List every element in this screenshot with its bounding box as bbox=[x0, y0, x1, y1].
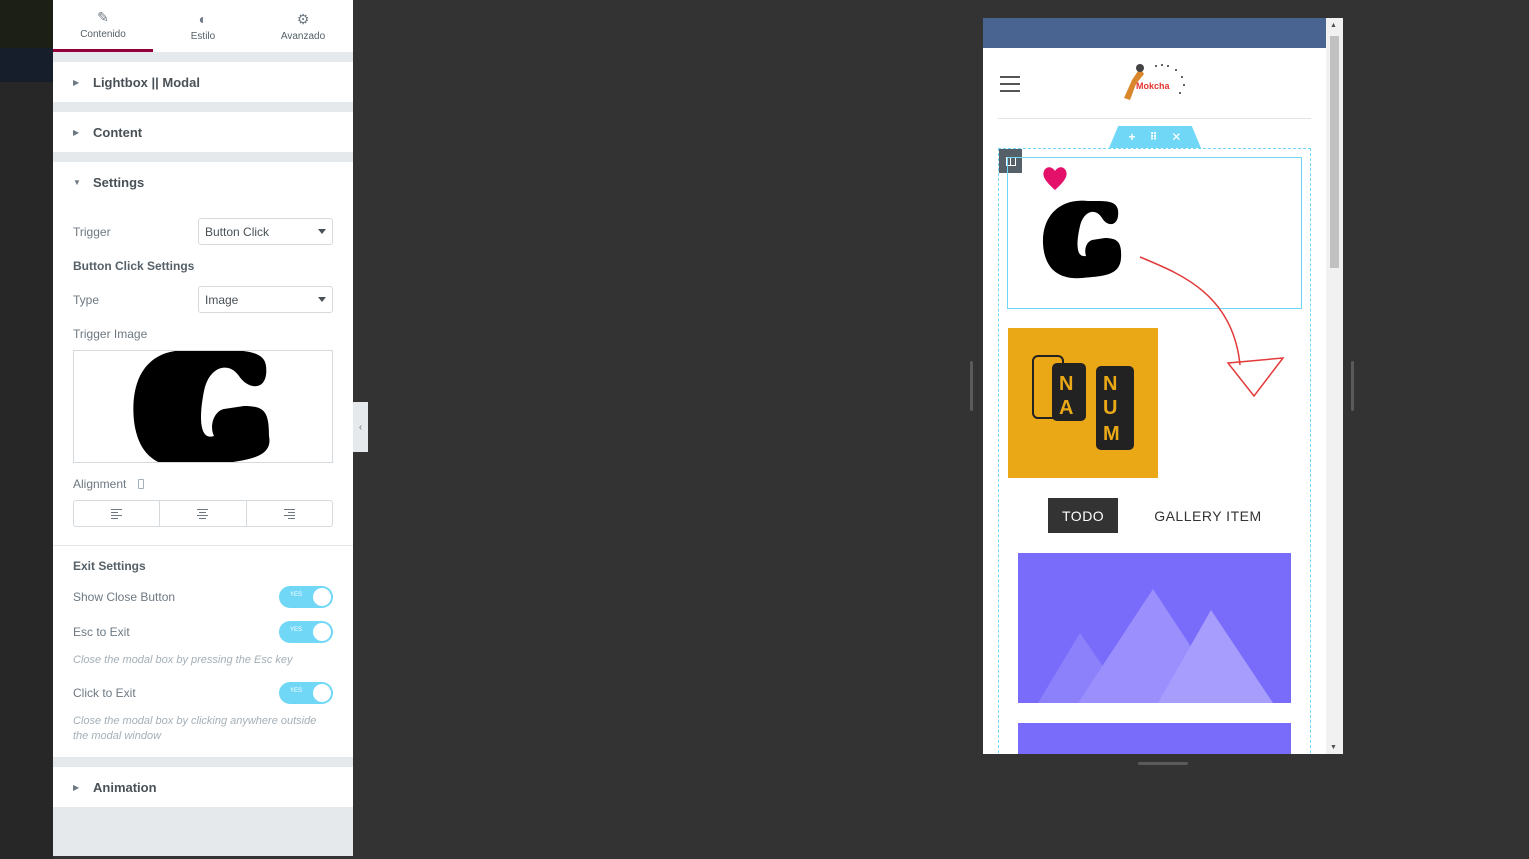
resize-handle-right[interactable] bbox=[1351, 361, 1354, 411]
na-num-image[interactable]: N A N U M bbox=[1008, 328, 1158, 478]
na-num-sticker: N A N U M bbox=[1032, 355, 1134, 450]
trigger-image-label: Trigger Image bbox=[73, 327, 148, 341]
trigger-label: Trigger bbox=[73, 224, 111, 239]
type-select[interactable]: Image bbox=[198, 286, 333, 313]
drag-handle-icon[interactable]: ⠿ bbox=[1150, 132, 1158, 143]
mountain-placeholder-icon bbox=[1038, 589, 1273, 703]
preview-scrollbar[interactable]: ▲ ▼ bbox=[1326, 18, 1343, 754]
contrast-icon: ◐ bbox=[198, 10, 208, 27]
g-letter-widget-image[interactable] bbox=[1040, 198, 1125, 283]
panel-tabs: ✎ Contenido ◐ Estilo ⚙ Avanzado bbox=[53, 0, 353, 52]
toggle-knob bbox=[313, 588, 331, 606]
trigger-value: Button Click bbox=[205, 224, 270, 239]
type-label: Type bbox=[73, 292, 100, 307]
tab-contenido[interactable]: ✎ Contenido bbox=[53, 0, 153, 52]
caret-right-icon: ▶ bbox=[73, 77, 80, 87]
section-toolbar: + ⠿ ✕ bbox=[1109, 126, 1201, 148]
section-title: Settings bbox=[93, 174, 145, 190]
tab-label: Contenido bbox=[80, 29, 126, 40]
header-divider bbox=[998, 118, 1311, 119]
left-edge-block bbox=[0, 0, 53, 48]
gear-icon: ⚙ bbox=[296, 10, 310, 27]
exit-settings-body: Exit Settings Show Close Button YES Esc … bbox=[53, 546, 353, 757]
section-title: Content bbox=[93, 124, 143, 140]
toggle-knob bbox=[313, 623, 331, 641]
svg-text:U: U bbox=[1103, 397, 1117, 419]
alignment-control bbox=[73, 500, 333, 527]
svg-text:M: M bbox=[1103, 423, 1120, 445]
toggle-yes-text: YES bbox=[290, 627, 303, 633]
caret-right-icon: ▶ bbox=[73, 782, 80, 792]
exit-settings-heading: Exit Settings bbox=[73, 559, 146, 573]
mobile-device-icon[interactable] bbox=[138, 479, 145, 489]
preview-frame: Mokcha + ⠿ ✕ N A N U M TODO GALLERY ITEM bbox=[983, 18, 1343, 754]
section-animation[interactable]: ▶ Animation bbox=[53, 767, 353, 807]
click-exit-label: Click to Exit bbox=[73, 686, 136, 700]
svg-text:N: N bbox=[1103, 373, 1117, 395]
align-left-icon bbox=[111, 508, 123, 519]
toggle-yes-text: YES bbox=[290, 688, 303, 694]
scroll-down-icon[interactable]: ▼ bbox=[1330, 744, 1337, 751]
section-title: Animation bbox=[93, 779, 157, 795]
toggle-yes-text: YES bbox=[290, 592, 303, 598]
scroll-up-icon[interactable]: ▲ bbox=[1330, 22, 1337, 29]
close-icon[interactable]: ✕ bbox=[1171, 130, 1181, 144]
settings-body: Trigger Button Click Button Click Settin… bbox=[53, 202, 353, 545]
type-value: Image bbox=[205, 292, 239, 307]
tab-estilo[interactable]: ◐ Estilo bbox=[153, 0, 253, 52]
svg-text:A: A bbox=[1059, 397, 1073, 419]
section-lightbox-modal[interactable]: ▶ Lightbox || Modal bbox=[53, 62, 353, 102]
tab-avanzado[interactable]: ⚙ Avanzado bbox=[253, 0, 353, 52]
left-edge-block-2 bbox=[0, 48, 53, 82]
editor-panel: ✎ Contenido ◐ Estilo ⚙ Avanzado ▶ Lightb… bbox=[53, 0, 353, 856]
logo-text: Mokcha bbox=[1136, 81, 1170, 91]
filter-todo-button[interactable]: TODO bbox=[1048, 498, 1119, 533]
alignment-label: Alignment bbox=[73, 477, 127, 491]
caret-right-icon: ▶ bbox=[73, 127, 80, 137]
button-click-heading: Button Click Settings bbox=[73, 259, 195, 273]
g-letter-image bbox=[133, 351, 270, 462]
gallery-placeholder-image-2[interactable] bbox=[1018, 723, 1291, 754]
gallery-placeholder-image[interactable] bbox=[1018, 553, 1291, 703]
tab-label: Avanzado bbox=[280, 30, 326, 42]
click-exit-toggle[interactable]: YES bbox=[279, 682, 333, 704]
gallery-filters: TODO GALLERY ITEM bbox=[1048, 498, 1276, 533]
add-section-icon[interactable]: + bbox=[1129, 130, 1136, 144]
red-arrow-annotation bbox=[1139, 256, 1285, 398]
resize-handle-bottom[interactable] bbox=[1138, 762, 1188, 765]
scroll-thumb[interactable] bbox=[1330, 36, 1339, 268]
filter-gallery-item-button[interactable]: GALLERY ITEM bbox=[1140, 498, 1275, 533]
esc-exit-label: Esc to Exit bbox=[73, 625, 130, 639]
dropdown-arrow-icon bbox=[318, 297, 326, 302]
align-center-icon bbox=[197, 508, 209, 519]
align-right-icon bbox=[283, 508, 295, 519]
heart-icon bbox=[1043, 167, 1067, 190]
esc-exit-toggle[interactable]: YES bbox=[279, 621, 333, 643]
trigger-image-preview[interactable] bbox=[73, 350, 333, 463]
show-close-toggle[interactable]: YES bbox=[279, 586, 333, 608]
left-edge-strip bbox=[0, 0, 53, 859]
trigger-select[interactable]: Button Click bbox=[198, 218, 333, 245]
preview-topbar bbox=[983, 18, 1326, 48]
pencil-icon: ✎ bbox=[97, 9, 109, 25]
section-title: Lightbox || Modal bbox=[93, 74, 200, 90]
chevron-left-icon: ‹ bbox=[358, 421, 363, 433]
resize-handle-left[interactable] bbox=[970, 361, 973, 411]
esc-exit-note: Close the modal box by pressing the Esc … bbox=[73, 654, 293, 666]
collapse-panel-button[interactable]: ‹ bbox=[353, 402, 368, 452]
section-settings[interactable]: ▼ Settings bbox=[53, 162, 353, 202]
click-exit-note: Close the modal box by clicking anywhere… bbox=[73, 715, 317, 742]
section-content[interactable]: ▶ Content bbox=[53, 112, 353, 152]
caret-down-icon: ▼ bbox=[73, 177, 81, 187]
align-left-button[interactable] bbox=[74, 501, 161, 526]
tab-label: Estilo bbox=[190, 30, 216, 42]
toggle-knob bbox=[313, 684, 331, 702]
hamburger-menu-icon[interactable] bbox=[1000, 76, 1020, 92]
align-center-button[interactable] bbox=[160, 501, 247, 526]
svg-text:N: N bbox=[1059, 373, 1073, 395]
show-close-label: Show Close Button bbox=[73, 590, 176, 604]
dropdown-arrow-icon bbox=[318, 229, 326, 234]
align-right-button[interactable] bbox=[247, 501, 332, 526]
